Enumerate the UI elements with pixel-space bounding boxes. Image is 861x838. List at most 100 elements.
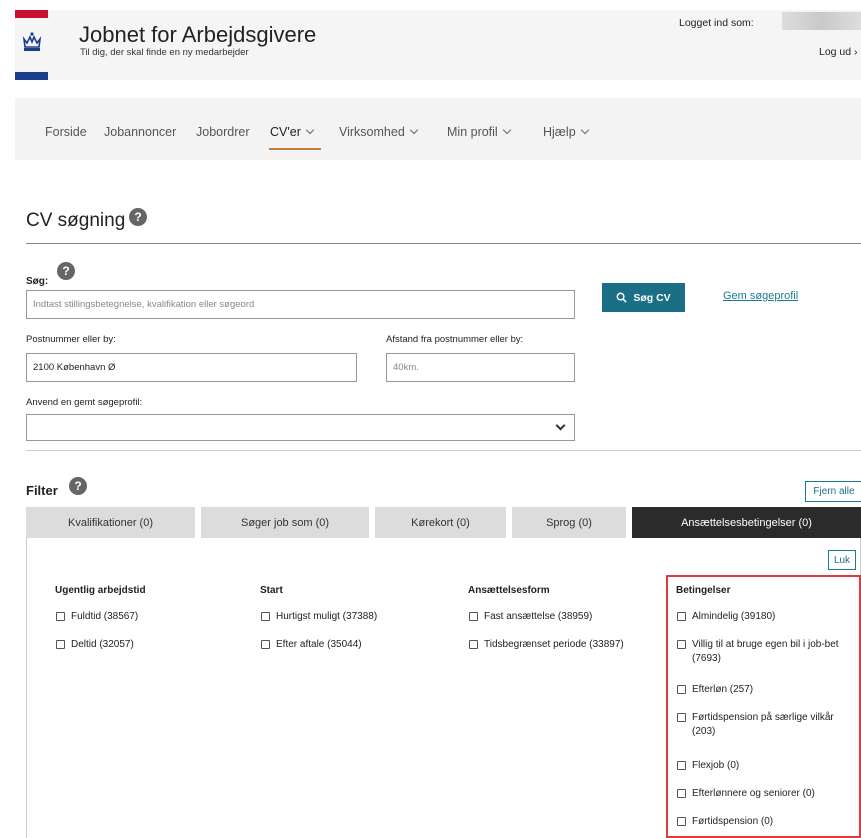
user-name-redacted — [782, 12, 861, 30]
checkbox-box[interactable] — [56, 640, 65, 649]
column-title-conditions: Betingelser — [676, 585, 731, 596]
app-subtitle: Til dig, der skal finde en ny medarbejde… — [80, 47, 249, 58]
checkbox-box[interactable] — [677, 640, 686, 649]
chevron-down-icon — [409, 125, 419, 135]
checkbox-label: Fuldtid (38567) — [71, 611, 139, 622]
checkbox-label: Almindelig (39180) — [692, 611, 776, 622]
page-title: CV søgning — [26, 210, 126, 231]
save-search-profile-link[interactable]: Gem søgeprofil — [723, 290, 798, 302]
checkbox-box[interactable] — [677, 789, 686, 798]
logo[interactable] — [15, 10, 48, 80]
checkbox-box[interactable] — [469, 612, 478, 621]
nav-label: Hjælp — [543, 125, 576, 139]
saved-profile-label: Anvend en gemt søgeprofil: — [26, 397, 143, 408]
checkbox-box[interactable] — [56, 612, 65, 621]
nav-label: Jobannoncer — [104, 125, 177, 139]
checkbox-fast-ansaettelse[interactable]: Fast ansættelse (38959) — [469, 610, 592, 624]
checkbox-tidsbegraenset[interactable]: Tidsbegrænset periode (33897) — [469, 638, 624, 652]
nav-active-indicator — [269, 148, 321, 150]
checkbox-label: Førtidspension (0) — [692, 816, 774, 827]
nav-label: Forside — [45, 125, 87, 139]
tab-korekort[interactable]: Kørekort (0) — [375, 507, 506, 538]
filter-title: Filter — [26, 483, 58, 498]
search-input-placeholder: Indtast stillingsbetegnelse, kvalifikati… — [33, 299, 255, 310]
tab-kvalifikationer[interactable]: Kvalifikationer (0) — [26, 507, 195, 538]
tab-ansaettelsesbetingelser[interactable]: Ansættelsesbetingelser (0) — [632, 507, 861, 538]
search-label: Søg: — [26, 276, 49, 287]
chevron-down-icon — [502, 125, 511, 135]
checkbox-deltid[interactable]: Deltid (32057) — [56, 638, 134, 652]
nav-item-cver[interactable]: CV'er — [270, 125, 315, 139]
help-icon[interactable]: ? — [129, 208, 147, 226]
logged-in-label: Logget ind som: — [679, 17, 754, 29]
distance-input[interactable]: 40km. — [386, 353, 575, 382]
logout-link[interactable]: Log ud › — [819, 46, 858, 58]
checkbox-hurtigst-muligt[interactable]: Hurtigst muligt (37388) — [261, 610, 377, 624]
search-cv-button[interactable]: Søg CV — [602, 283, 685, 312]
checkbox-label: Hurtigst muligt (37388) — [276, 611, 378, 622]
nav-label: Jobordrer — [196, 125, 250, 139]
nav-item-hjaelp[interactable]: Hjælp — [543, 125, 589, 139]
column-title-employment-form: Ansættelsesform — [468, 585, 550, 596]
nav-label: Min profil — [447, 125, 498, 139]
help-icon[interactable]: ? — [69, 477, 87, 495]
checkbox-efter-aftale[interactable]: Efter aftale (35044) — [261, 638, 362, 652]
checkbox-fortidspension-saerlige[interactable]: Førtidspension på særlige vilkår (203) — [677, 711, 855, 739]
chevron-down-icon — [305, 125, 315, 135]
checkbox-box[interactable] — [261, 612, 270, 621]
checkbox-efterlonnere-seniorer[interactable]: Efterlønnere og seniorer (0) — [677, 787, 855, 801]
saved-profile-select[interactable] — [26, 414, 575, 441]
nav-item-jobordrer[interactable]: Jobordrer — [196, 125, 250, 139]
column-title-start: Start — [260, 585, 283, 596]
nav-item-virksomhed[interactable]: Virksomhed — [339, 125, 419, 139]
checkbox-fortidspension[interactable]: Førtidspension (0) — [677, 815, 855, 829]
checkbox-efterlon[interactable]: Efterløn (257) — [677, 683, 855, 697]
checkbox-label: Fast ansættelse (38959) — [484, 611, 593, 622]
divider — [26, 450, 861, 451]
close-filter-button[interactable]: Luk — [828, 550, 856, 570]
checkbox-box[interactable] — [261, 640, 270, 649]
search-icon — [616, 292, 627, 303]
checkbox-label: Efterløn (257) — [692, 684, 754, 695]
checkbox-box[interactable] — [677, 761, 686, 770]
checkbox-almindelig[interactable]: Almindelig (39180) — [677, 610, 855, 624]
remove-all-filters-button[interactable]: Fjern alle — [805, 481, 861, 502]
app-title: Jobnet for Arbejdsgivere — [79, 22, 317, 47]
checkbox-label: Efterlønnere og seniorer (0) — [692, 788, 815, 799]
checkbox-label: Flexjob (0) — [692, 760, 740, 771]
distance-input-placeholder: 40km. — [393, 362, 419, 373]
tab-sprog[interactable]: Sprog (0) — [512, 507, 626, 538]
flag-stripe-red — [15, 10, 48, 18]
postal-input-value: 2100 København Ø — [33, 362, 116, 373]
chevron-down-icon — [580, 125, 589, 135]
checkbox-label: Førtidspension på særlige vilkår (203) — [692, 712, 834, 737]
nav-label: CV'er — [270, 125, 301, 139]
search-button-label: Søg CV — [633, 291, 671, 304]
postal-label: Postnummer eller by: — [26, 334, 116, 345]
nav-item-jobannoncer[interactable]: Jobannoncer — [104, 125, 176, 139]
nav-item-forside[interactable]: Forside — [45, 125, 87, 139]
help-icon[interactable]: ? — [57, 262, 75, 280]
column-title-weekly-hours: Ugentlig arbejdstid — [55, 585, 146, 596]
checkbox-label: Villig til at bruge egen bil i job-bet (… — [692, 639, 839, 664]
checkbox-box[interactable] — [469, 640, 478, 649]
checkbox-villig-egen-bil[interactable]: Villig til at bruge egen bil i job-bet (… — [677, 638, 855, 666]
postal-input[interactable]: 2100 København Ø — [26, 353, 357, 382]
checkbox-box[interactable] — [677, 685, 686, 694]
checkbox-label: Efter aftale (35044) — [276, 639, 362, 650]
flag-stripe-blue — [15, 72, 48, 80]
crown-icon — [22, 32, 42, 51]
distance-label: Afstand fra postnummer eller by: — [386, 334, 524, 345]
nav-item-min-profil[interactable]: Min profil — [447, 125, 511, 139]
tab-soger-job-som[interactable]: Søger job som (0) — [201, 507, 369, 538]
divider — [26, 243, 861, 244]
checkbox-fuldtid[interactable]: Fuldtid (38567) — [56, 610, 138, 624]
nav-label: Virksomhed — [339, 125, 405, 139]
checkbox-box[interactable] — [677, 713, 686, 722]
checkbox-label: Tidsbegrænset periode (33897) — [484, 639, 624, 650]
checkbox-box[interactable] — [677, 612, 686, 621]
search-input[interactable]: Indtast stillingsbetegnelse, kvalifikati… — [26, 290, 575, 319]
checkbox-label: Deltid (32057) — [71, 639, 134, 650]
checkbox-flexjob[interactable]: Flexjob (0) — [677, 759, 855, 773]
checkbox-box[interactable] — [677, 817, 686, 826]
